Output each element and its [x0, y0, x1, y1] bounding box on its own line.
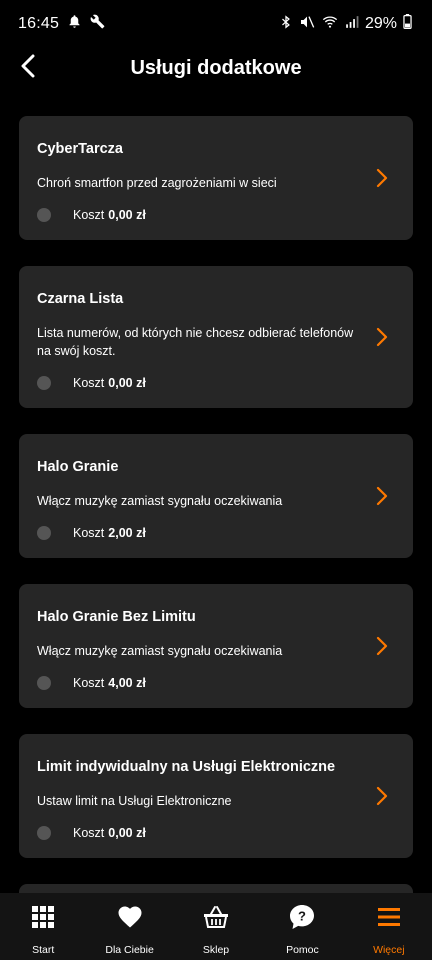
service-card-czarna-lista[interactable]: Czarna Lista Lista numerów, od których n…	[19, 266, 413, 408]
service-cost: Koszt 2,00 zł	[37, 526, 395, 558]
wrench-icon	[90, 14, 105, 34]
cost-label: Koszt	[73, 376, 105, 390]
status-bar: 16:45 29%	[0, 0, 432, 48]
service-title: CyberTarcza	[37, 141, 123, 157]
chevron-right-icon	[375, 486, 389, 506]
nav-label: Dla Ciebie	[105, 944, 154, 956]
status-dot	[37, 676, 51, 690]
service-description: Ustaw limit na Usługi Elektroniczne	[37, 794, 232, 808]
service-title: Halo Granie	[37, 459, 119, 475]
chevron-right-icon	[375, 786, 389, 806]
service-description: Włącz muzykę zamiast sygnału oczekiwania	[37, 644, 283, 658]
menu-icon	[376, 904, 402, 930]
page-title: Usługi dodatkowe	[130, 56, 302, 79]
nav-label: Więcej	[373, 944, 405, 956]
cost-value: 0,00 zł	[108, 376, 146, 390]
service-title: Czarna Lista	[37, 291, 124, 307]
alarm-bell-icon	[67, 14, 82, 34]
bluetooth-icon	[279, 14, 293, 35]
service-description: Chroń smartfon przed zagrożeniami w siec…	[37, 176, 277, 190]
bottom-nav: Start Dla Ciebie Sklep ? Pomoc Więcej	[0, 893, 432, 960]
service-card-halo-granie[interactable]: Halo Granie Włącz muzykę zamiast sygnału…	[19, 434, 413, 558]
service-title: Halo Granie Bez Limitu	[37, 609, 196, 625]
nav-item-wiecej[interactable]: Więcej	[346, 893, 432, 960]
cost-value: 2,00 zł	[108, 526, 146, 540]
service-cost: Koszt 0,00 zł	[37, 208, 395, 240]
nav-item-sklep[interactable]: Sklep	[173, 893, 259, 960]
header: Usługi dodatkowe	[0, 48, 432, 88]
service-title: Limit indywidualny na Usługi Elektronicz…	[37, 759, 336, 775]
status-dot	[37, 208, 51, 222]
chevron-right-icon	[375, 168, 389, 188]
grid-icon	[30, 904, 56, 930]
service-cost: Koszt 0,00 zł	[37, 826, 395, 858]
back-button[interactable]	[14, 52, 42, 84]
cost-value: 0,00 zł	[108, 826, 146, 840]
nav-label: Start	[32, 944, 55, 956]
svg-text:?: ?	[298, 909, 306, 924]
service-card-limit-uslugi-elektroniczne[interactable]: Limit indywidualny na Usługi Elektronicz…	[19, 734, 413, 858]
back-arrow-icon	[20, 54, 36, 83]
service-description: Lista numerów, od których nie chcesz odb…	[37, 326, 354, 358]
signal-icon	[345, 15, 359, 34]
service-cost: Koszt 4,00 zł	[37, 676, 395, 708]
status-right: 29%	[279, 14, 412, 35]
services-list[interactable]: CyberTarcza Chroń smartfon przed zagroże…	[19, 116, 413, 893]
mute-icon	[299, 14, 315, 35]
service-card-partial[interactable]	[19, 884, 413, 893]
service-description: Włącz muzykę zamiast sygnału oczekiwania	[37, 494, 283, 508]
status-dot	[37, 826, 51, 840]
nav-item-pomoc[interactable]: ? Pomoc	[259, 893, 345, 960]
battery-percent: 29%	[364, 15, 397, 32]
nav-label: Pomoc	[286, 944, 319, 956]
service-card-halo-granie-bez-limitu[interactable]: Halo Granie Bez Limitu Włącz muzykę zami…	[19, 584, 413, 708]
status-left: 16:45	[18, 14, 105, 34]
service-card-cybertarcza[interactable]: CyberTarcza Chroń smartfon przed zagroże…	[19, 116, 413, 240]
status-time: 16:45	[18, 15, 60, 32]
wifi-icon	[321, 14, 339, 35]
cost-label: Koszt	[73, 676, 105, 690]
cost-value: 0,00 zł	[108, 208, 146, 222]
cost-value: 4,00 zł	[108, 676, 146, 690]
status-dot	[37, 526, 51, 540]
cost-label: Koszt	[73, 526, 105, 540]
heart-icon	[117, 904, 143, 930]
service-cost: Koszt 0,00 zł	[37, 376, 395, 408]
nav-item-start[interactable]: Start	[0, 893, 86, 960]
chevron-right-icon	[375, 327, 389, 347]
nav-label: Sklep	[202, 944, 230, 956]
chevron-right-icon	[375, 636, 389, 656]
cost-label: Koszt	[73, 208, 105, 222]
help-bubble-icon: ?	[289, 904, 315, 930]
nav-item-dla-ciebie[interactable]: Dla Ciebie	[86, 893, 172, 960]
status-dot	[37, 376, 51, 390]
battery-icon	[403, 14, 412, 34]
cost-label: Koszt	[73, 826, 105, 840]
basket-icon	[203, 904, 229, 930]
